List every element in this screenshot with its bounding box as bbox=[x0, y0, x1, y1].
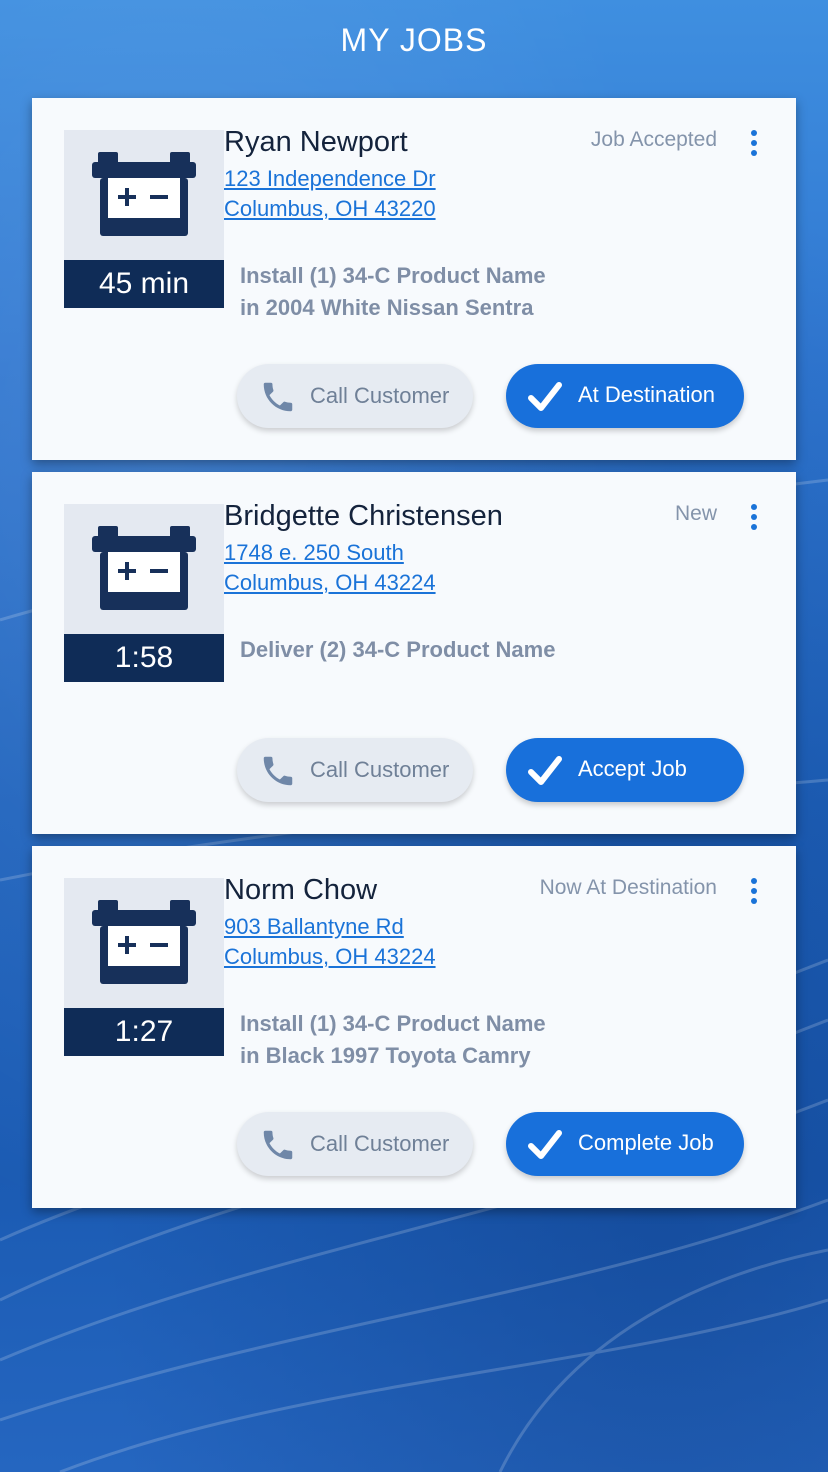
battery-icon bbox=[92, 152, 196, 236]
job-status: Job Accepted bbox=[590, 128, 717, 151]
job-thumbnail: 45 min bbox=[64, 130, 224, 308]
phone-icon bbox=[263, 382, 293, 412]
customer-address-link[interactable]: 1748 e. 250 South Columbus, OH 43224 bbox=[224, 538, 436, 598]
job-thumbnail: 1:27 bbox=[64, 878, 224, 1056]
job-description: Deliver (2) 34-C Product Name bbox=[240, 634, 555, 666]
accept-job-button[interactable]: Accept Job bbox=[506, 738, 744, 802]
job-description: Install (1) 34-C Product Name in 2004 Wh… bbox=[240, 260, 546, 324]
job-timer: 1:58 bbox=[64, 634, 224, 682]
call-customer-button[interactable]: Call Customer bbox=[237, 1112, 473, 1176]
address-line-1[interactable]: 123 Independence Dr bbox=[224, 164, 436, 194]
job-card[interactable]: 45 min Ryan Newport 123 Independence Dr … bbox=[32, 98, 796, 460]
complete-job-label: Complete Job bbox=[578, 1130, 714, 1155]
checkmark-icon bbox=[528, 382, 562, 411]
job-description-line-2: in Black 1997 Toyota Camry bbox=[240, 1043, 531, 1068]
checkmark-icon bbox=[528, 756, 562, 785]
job-status: Now At Destination bbox=[539, 876, 717, 899]
job-description: Install (1) 34-C Product Name in Black 1… bbox=[240, 1008, 546, 1072]
job-status: New bbox=[674, 502, 717, 525]
phone-icon bbox=[263, 756, 293, 786]
more-vertical-icon[interactable] bbox=[747, 130, 761, 158]
customer-name: Bridgette Christensen bbox=[224, 500, 503, 532]
address-line-2[interactable]: Columbus, OH 43220 bbox=[224, 194, 436, 224]
customer-name: Ryan Newport bbox=[224, 126, 408, 158]
job-timer: 45 min bbox=[64, 260, 224, 308]
page-title: MY JOBS bbox=[340, 22, 488, 58]
address-line-1[interactable]: 903 Ballantyne Rd bbox=[224, 912, 436, 942]
customer-address-link[interactable]: 123 Independence Dr Columbus, OH 43220 bbox=[224, 164, 436, 224]
job-card[interactable]: 1:58 Bridgette Christensen 1748 e. 250 S… bbox=[32, 472, 796, 834]
job-description-line-2: in 2004 White Nissan Sentra bbox=[240, 295, 534, 320]
call-customer-button[interactable]: Call Customer bbox=[237, 738, 473, 802]
at-destination-label: At Destination bbox=[578, 382, 715, 407]
job-thumbnail: 1:58 bbox=[64, 504, 224, 682]
battery-icon bbox=[92, 900, 196, 984]
battery-icon bbox=[92, 526, 196, 610]
address-line-1[interactable]: 1748 e. 250 South bbox=[224, 538, 436, 568]
customer-name: Norm Chow bbox=[224, 874, 378, 906]
call-customer-label: Call Customer bbox=[310, 1131, 450, 1156]
job-description-line-1: Deliver (2) 34-C Product Name bbox=[240, 637, 556, 662]
more-vertical-icon[interactable] bbox=[747, 878, 761, 906]
phone-icon bbox=[263, 1130, 293, 1160]
job-timer: 1:27 bbox=[64, 1008, 224, 1056]
job-description-line-1: Install (1) 34-C Product Name bbox=[240, 1011, 546, 1036]
call-customer-button[interactable]: Call Customer bbox=[237, 364, 473, 428]
call-customer-label: Call Customer bbox=[310, 757, 450, 782]
accept-job-label: Accept Job bbox=[578, 756, 687, 781]
at-destination-button[interactable]: At Destination bbox=[506, 364, 744, 428]
job-card[interactable]: 1:27 Norm Chow 903 Ballantyne Rd Columbu… bbox=[32, 846, 796, 1208]
more-vertical-icon[interactable] bbox=[747, 504, 761, 532]
address-line-2[interactable]: Columbus, OH 43224 bbox=[224, 568, 436, 598]
job-description-line-1: Install (1) 34-C Product Name bbox=[240, 263, 546, 288]
complete-job-button[interactable]: Complete Job bbox=[506, 1112, 744, 1176]
checkmark-icon bbox=[528, 1130, 562, 1159]
customer-address-link[interactable]: 903 Ballantyne Rd Columbus, OH 43224 bbox=[224, 912, 436, 972]
address-line-2[interactable]: Columbus, OH 43224 bbox=[224, 942, 436, 972]
call-customer-label: Call Customer bbox=[310, 383, 450, 408]
